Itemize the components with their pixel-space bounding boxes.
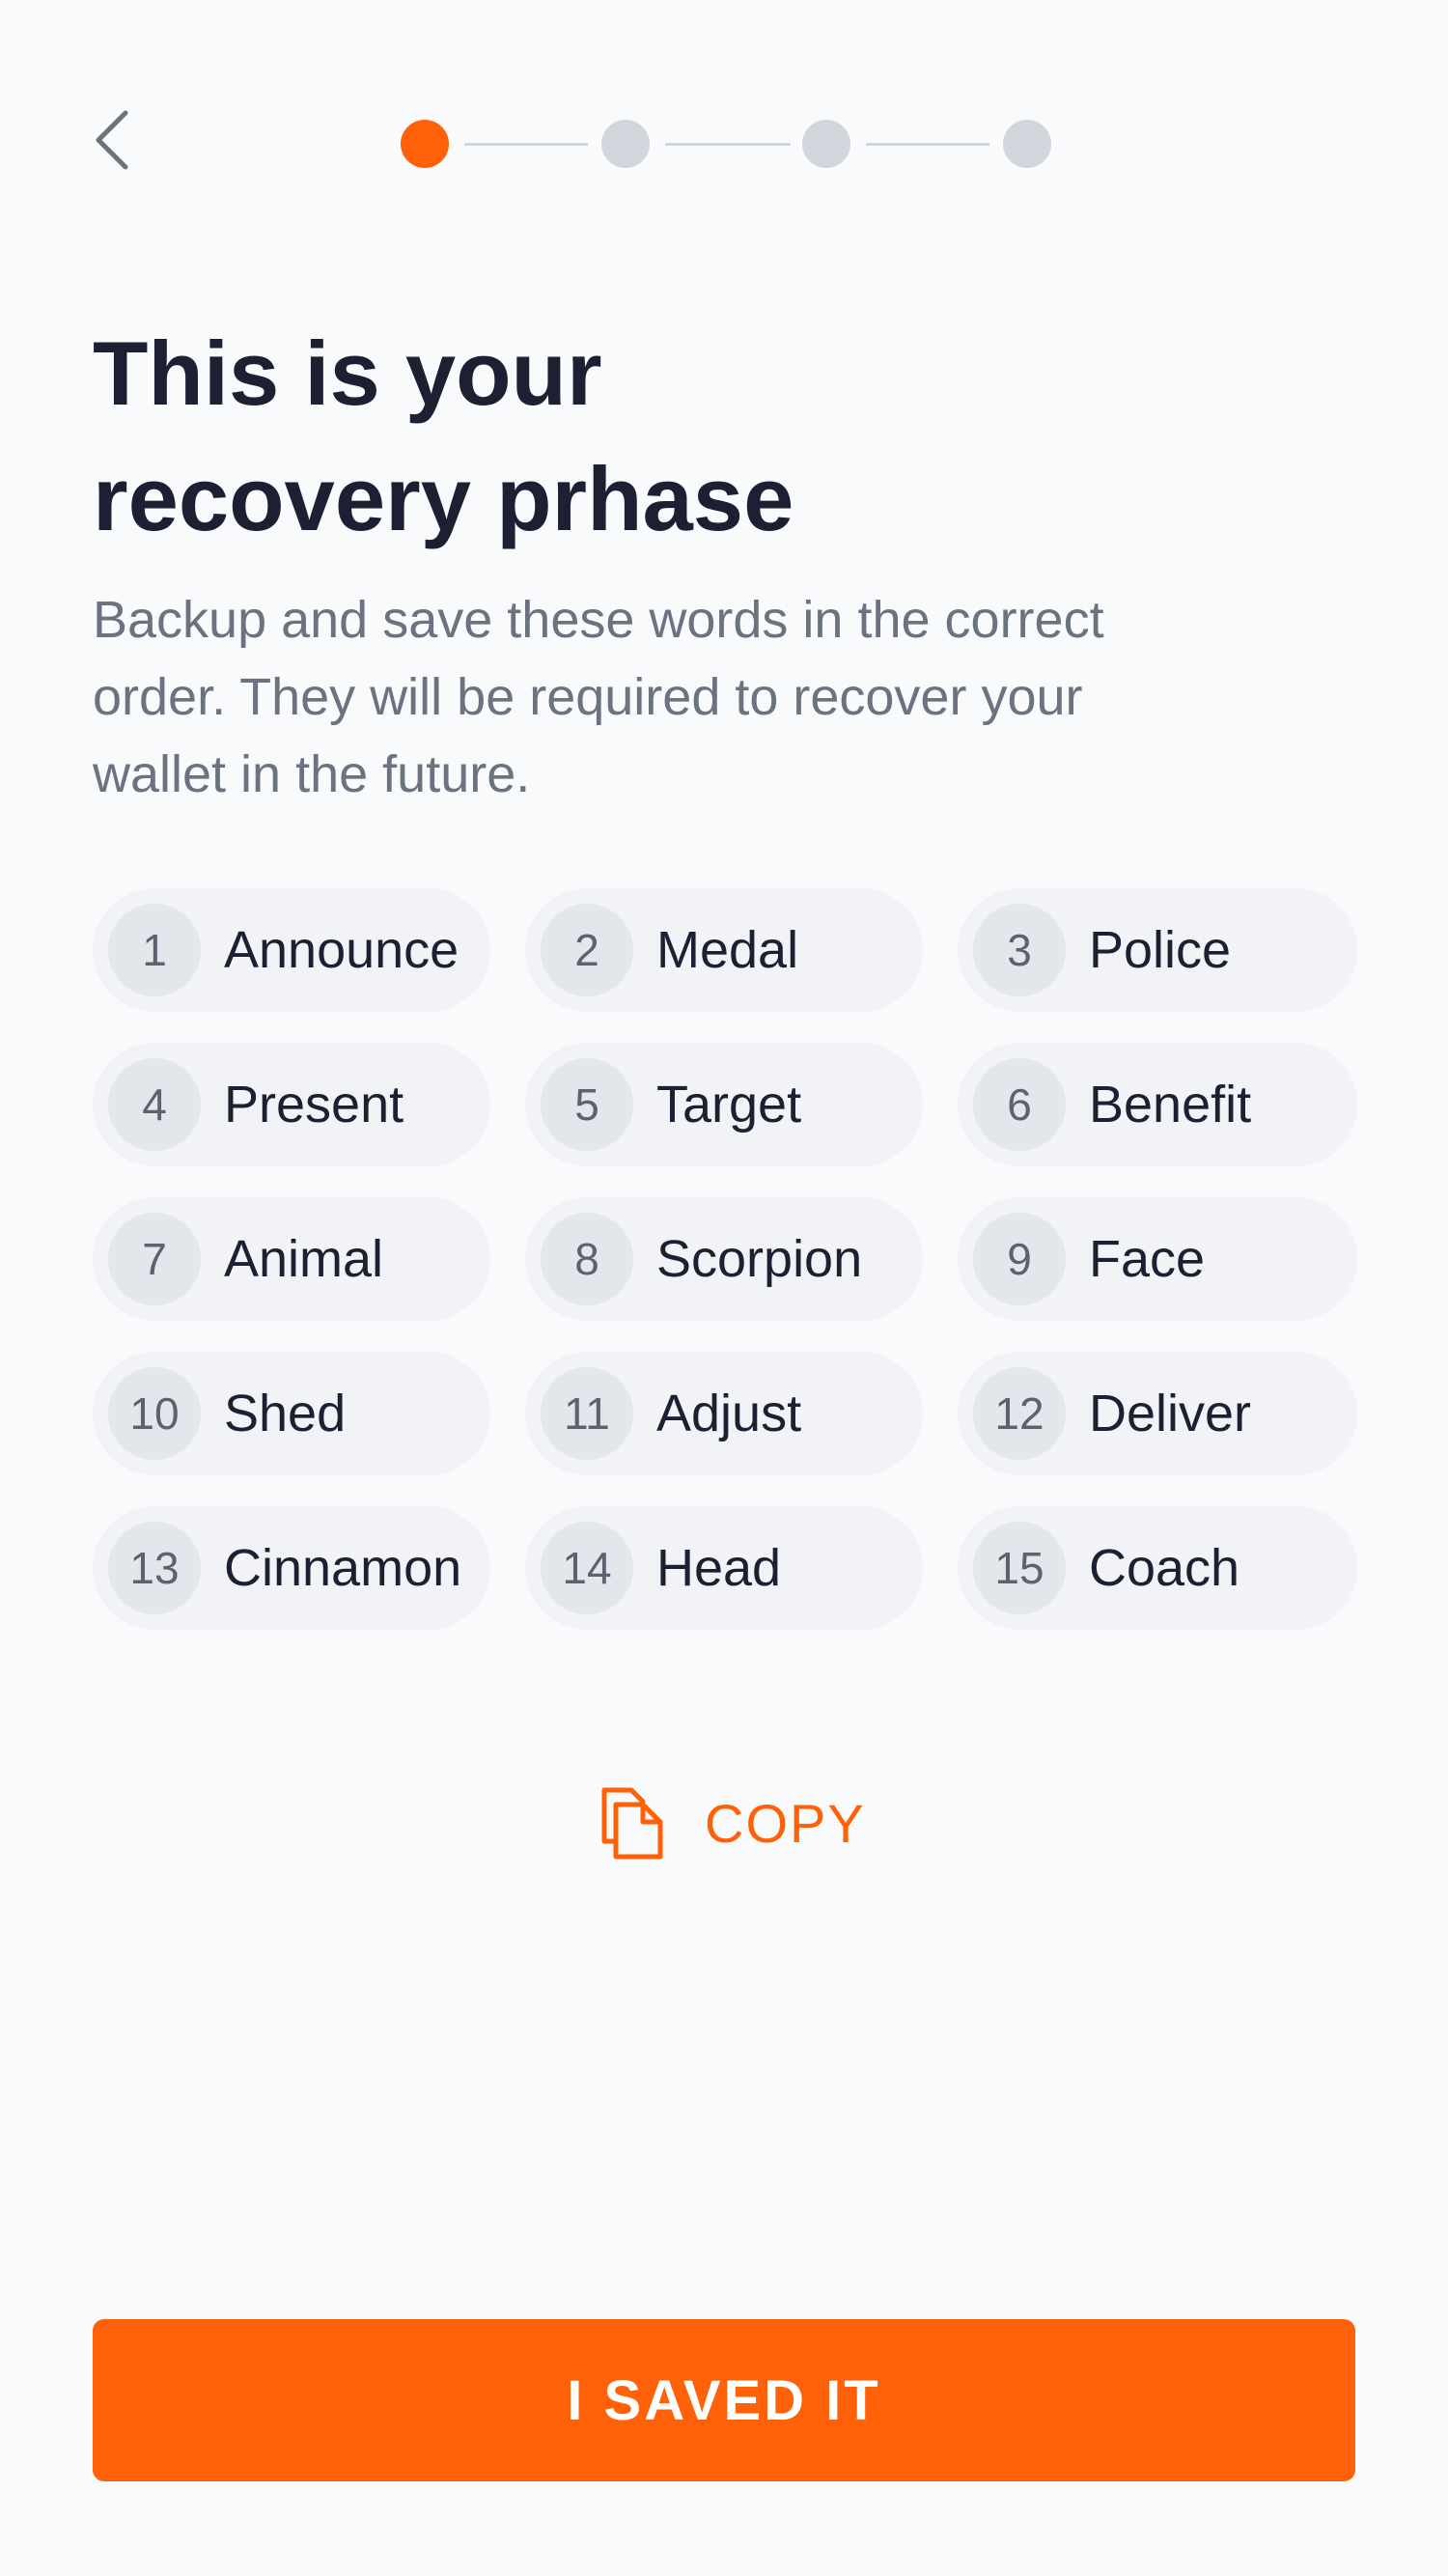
word-text: Medal	[656, 921, 799, 979]
word-text: Deliver	[1089, 1385, 1252, 1442]
phrase-word-chip: 8 Scorpion	[525, 1197, 923, 1321]
word-text: Adjust	[656, 1385, 802, 1442]
description-line: wallet in the future.	[93, 745, 531, 803]
copy-button[interactable]: COPY	[599, 1782, 866, 1863]
word-number: 7	[108, 1213, 201, 1305]
phrase-word-chip: 2 Medal	[525, 888, 923, 1012]
description-line: order. They will be required to recover …	[93, 668, 1083, 726]
word-number: 6	[973, 1058, 1066, 1151]
word-text: Scorpion	[656, 1230, 863, 1288]
word-number: 9	[973, 1213, 1066, 1305]
phrase-word-chip: 12 Deliver	[958, 1352, 1357, 1475]
word-text: Benefit	[1089, 1076, 1252, 1134]
phrase-word-chip: 10 Shed	[93, 1352, 490, 1475]
word-text: Face	[1089, 1230, 1206, 1288]
copy-icon	[601, 1787, 663, 1860]
copy-label: COPY	[705, 1792, 866, 1854]
word-number: 15	[973, 1522, 1066, 1614]
word-number: 4	[108, 1058, 201, 1151]
word-text: Present	[224, 1076, 404, 1134]
page-title: This is your recovery prhase	[93, 311, 1348, 562]
word-text: Police	[1089, 921, 1232, 979]
word-number: 3	[973, 904, 1066, 996]
word-number: 8	[541, 1213, 633, 1305]
step-3-indicator	[802, 120, 850, 168]
phrase-word-chip: 5 Target	[525, 1043, 923, 1166]
phrase-word-chip: 14 Head	[525, 1506, 923, 1630]
word-number: 14	[541, 1522, 633, 1614]
step-connector	[866, 143, 989, 146]
word-text: Head	[656, 1539, 782, 1597]
phrase-word-chip: 6 Benefit	[958, 1043, 1357, 1166]
step-2-indicator	[601, 120, 650, 168]
word-text: Announce	[224, 921, 459, 979]
word-number: 2	[541, 904, 633, 996]
step-connector	[464, 143, 588, 146]
word-text: Animal	[224, 1230, 384, 1288]
chevron-left-icon	[96, 110, 128, 170]
word-number: 11	[541, 1367, 633, 1460]
phrase-word-chip: 11 Adjust	[525, 1352, 923, 1475]
word-number: 12	[973, 1367, 1066, 1460]
saved-it-button[interactable]: I SAVED IT	[93, 2319, 1355, 2481]
step-connector	[665, 143, 791, 146]
step-4-indicator	[1003, 120, 1051, 168]
page-title-line: recovery prhase	[93, 448, 794, 549]
word-text: Target	[656, 1076, 802, 1134]
phrase-word-chip: 7 Animal	[93, 1197, 490, 1321]
word-number: 13	[108, 1522, 201, 1614]
back-button[interactable]	[85, 106, 139, 174]
step-1-indicator	[401, 120, 449, 168]
word-number: 5	[541, 1058, 633, 1151]
phrase-word-chip: 9 Face	[958, 1197, 1357, 1321]
word-text: Coach	[1089, 1539, 1240, 1597]
word-number: 10	[108, 1367, 201, 1460]
word-number: 1	[108, 904, 201, 996]
page-title-line: This is your	[93, 322, 602, 424]
phrase-word-chip: 4 Present	[93, 1043, 490, 1166]
progress-stepper	[401, 120, 1051, 168]
phrase-word-chip: 15 Coach	[958, 1506, 1357, 1630]
description-line: Backup and save these words in the corre…	[93, 591, 1104, 649]
page-description: Backup and save these words in the corre…	[93, 581, 1348, 813]
phrase-word-chip: 13 Cinnamon	[93, 1506, 490, 1630]
recovery-phrase-grid: 1 Announce 2 Medal 3 Police 4 Present 5 Targe…	[93, 888, 1357, 1630]
phrase-word-chip: 3 Police	[958, 888, 1357, 1012]
word-text: Shed	[224, 1385, 347, 1442]
word-text: Cinnamon	[224, 1539, 462, 1597]
phrase-word-chip: 1 Announce	[93, 888, 490, 1012]
